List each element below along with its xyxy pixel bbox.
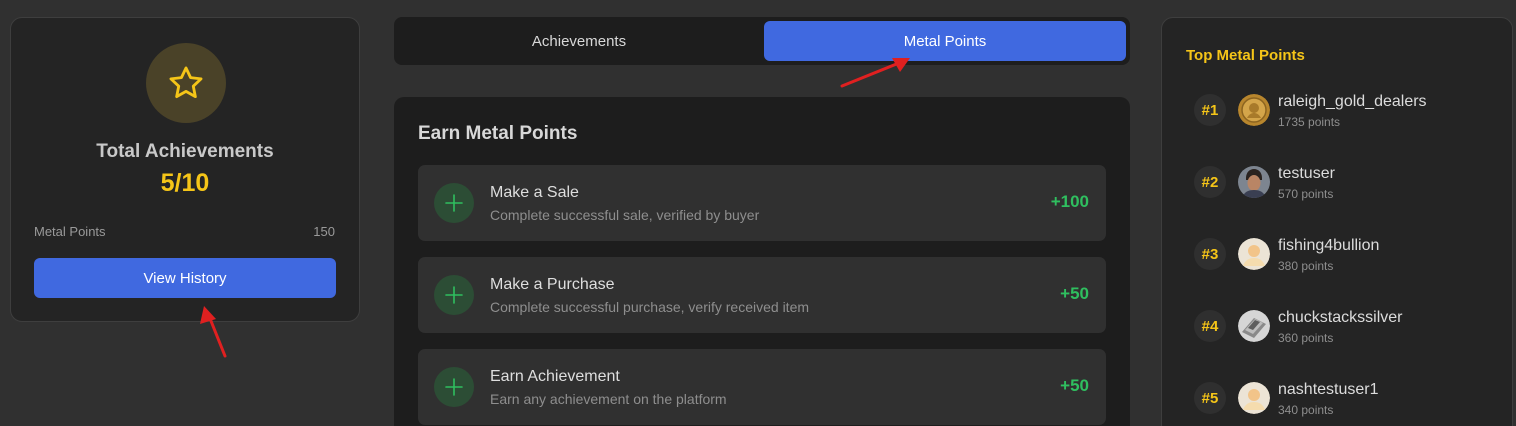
earn-item-make-sale: Make a Sale Complete successful sale, ve… [418, 165, 1106, 241]
earn-metal-points-panel: Earn Metal Points Make a Sale Complete s… [394, 97, 1130, 426]
star-icon [169, 66, 203, 99]
rank-badge: #2 [1194, 166, 1226, 198]
leaderboard-username: testuser [1278, 165, 1335, 182]
achievements-summary-card: Total Achievements 5/10 Metal Points 150… [10, 17, 360, 322]
leaderboard-row[interactable]: #5 nashtestuser1 340 points [1194, 381, 1494, 422]
silver-bars-avatar [1238, 310, 1270, 342]
earn-item-name: Make a Sale [490, 184, 579, 201]
metal-points-row: Metal Points 150 [34, 224, 335, 239]
default-avatar [1238, 382, 1270, 414]
earn-item-points: +50 [1060, 376, 1089, 395]
total-achievements-value: 5/10 [160, 169, 210, 197]
plus-icon [434, 275, 474, 315]
leaderboard-title: Top Metal Points [1186, 47, 1305, 64]
leaderboard-username: chuckstackssilver [1278, 309, 1403, 326]
earn-item-description: Complete successful sale, verified by bu… [490, 207, 760, 223]
earn-title: Earn Metal Points [418, 123, 578, 144]
rank-badge: #4 [1194, 310, 1226, 342]
view-history-button[interactable]: View History [34, 258, 336, 298]
earn-item-description: Complete successful purchase, verify rec… [490, 299, 810, 315]
earn-item-name: Make a Purchase [490, 276, 615, 293]
leaderboard-points: 340 points [1278, 403, 1334, 417]
earn-item-make-purchase: Make a Purchase Complete successful purc… [418, 257, 1106, 333]
total-achievements-title: Total Achievements [96, 141, 274, 162]
leaderboard-row[interactable]: #2 testuser 570 points [1194, 165, 1494, 206]
tab-achievements[interactable]: Achievements [398, 21, 760, 61]
plus-icon [434, 367, 474, 407]
rank-badge: #1 [1194, 94, 1226, 126]
rank-badge: #3 [1194, 238, 1226, 270]
annotation-arrow-icon [200, 306, 227, 358]
plus-icon [434, 183, 474, 223]
earn-item-earn-achievement: Earn Achievement Earn any achievement on… [418, 349, 1106, 425]
tab-metal-points[interactable]: Metal Points [764, 21, 1126, 61]
leaderboard-row[interactable]: #1 raleigh_gold_dealers 1735 points [1194, 93, 1494, 134]
leaderboard-username: raleigh_gold_dealers [1278, 93, 1427, 110]
default-avatar [1238, 238, 1270, 270]
metal-points-label: Metal Points [34, 224, 106, 239]
leaderboard-panel: Top Metal Points #1 raleigh_gold_dealers… [1161, 17, 1513, 426]
leaderboard-username: fishing4bullion [1278, 237, 1380, 254]
leaderboard-row[interactable]: #3 fishing4bullion 380 points [1194, 237, 1494, 278]
earn-item-description: Earn any achievement on the platform [490, 391, 727, 407]
earn-item-name: Earn Achievement [490, 368, 620, 385]
leaderboard-username: nashtestuser1 [1278, 381, 1379, 398]
leaderboard-row[interactable]: #4 chuckstackssilver 360 points [1194, 309, 1494, 350]
tab-bar: Achievements Metal Points [394, 17, 1130, 65]
leaderboard-points: 570 points [1278, 187, 1334, 201]
gold-coin-avatar [1238, 94, 1270, 126]
earn-item-points: +100 [1050, 192, 1089, 211]
star-badge [146, 43, 226, 123]
annotation-arrow-icon [840, 58, 910, 88]
leaderboard-points: 380 points [1278, 259, 1334, 273]
person-photo-avatar [1238, 166, 1270, 198]
metal-points-value: 150 [313, 224, 335, 239]
rank-badge: #5 [1194, 382, 1226, 414]
app-root: Total Achievements 5/10 Metal Points 150… [0, 0, 1516, 426]
leaderboard-points: 360 points [1278, 331, 1334, 345]
earn-item-points: +50 [1060, 284, 1089, 303]
leaderboard-points: 1735 points [1278, 115, 1341, 129]
